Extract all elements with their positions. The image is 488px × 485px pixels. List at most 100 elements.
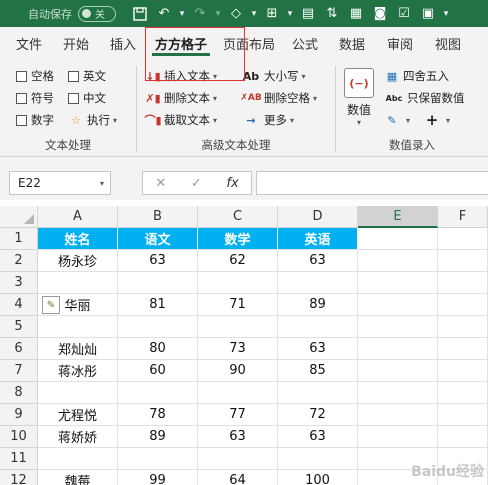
table-cell[interactable] bbox=[118, 448, 198, 470]
column-header-d[interactable]: D bbox=[278, 206, 358, 228]
table-cell[interactable] bbox=[438, 360, 488, 382]
delete-text-button[interactable]: ✗▮ 删除文本 ▾ bbox=[145, 90, 217, 106]
tab-data[interactable]: 数据 bbox=[330, 27, 374, 60]
table-cell[interactable]: 89 bbox=[118, 426, 198, 448]
camera-icon[interactable]: ◙ bbox=[368, 3, 392, 25]
tab-review[interactable]: 审阅 bbox=[374, 27, 426, 60]
table-cell[interactable]: 62 bbox=[198, 250, 278, 272]
table-cell[interactable] bbox=[438, 272, 488, 294]
table-cell[interactable] bbox=[438, 382, 488, 404]
table-cell[interactable] bbox=[358, 382, 438, 404]
keep-value-button[interactable]: Abc 只保留数值 bbox=[384, 90, 465, 106]
header-cell[interactable]: 姓名 bbox=[38, 228, 118, 250]
table-cell[interactable]: 蒋娇娇 bbox=[38, 426, 118, 448]
tab-fangfang[interactable]: 方方格子 bbox=[144, 27, 218, 60]
space-checkbox[interactable]: 空格 bbox=[16, 68, 54, 84]
table-cell[interactable]: 尤程悦 bbox=[38, 404, 118, 426]
table-cell[interactable] bbox=[118, 382, 198, 404]
table-cell[interactable] bbox=[38, 272, 118, 294]
table-cell[interactable]: 郑灿灿 bbox=[38, 338, 118, 360]
chinese-checkbox[interactable]: 中文 bbox=[68, 90, 106, 106]
formula-input[interactable] bbox=[256, 171, 488, 195]
autosave-toggle[interactable]: 关 bbox=[78, 5, 116, 22]
table-cell[interactable] bbox=[278, 382, 358, 404]
add-button[interactable]: + ▾ bbox=[424, 111, 450, 129]
header-cell[interactable]: 语文 bbox=[118, 228, 198, 250]
tab-home[interactable]: 开始 bbox=[50, 27, 102, 60]
table-cell[interactable]: 魏莓 bbox=[38, 470, 118, 485]
table-cell[interactable] bbox=[358, 360, 438, 382]
table-cell[interactable]: 90 bbox=[198, 360, 278, 382]
table-cell[interactable]: 81 bbox=[118, 294, 198, 316]
table-cell[interactable] bbox=[438, 338, 488, 360]
table-cell[interactable]: 蒋冰彤 bbox=[38, 360, 118, 382]
row-header[interactable]: 1 bbox=[0, 228, 38, 250]
header-cell[interactable]: 数学 bbox=[198, 228, 278, 250]
table-icon[interactable]: ▣ bbox=[416, 3, 440, 25]
extract-text-button[interactable]: ⌒▮ 截取文本 ▾ bbox=[144, 112, 217, 128]
table-cell[interactable]: 64 bbox=[198, 470, 278, 485]
table-cell[interactable] bbox=[278, 316, 358, 338]
sort-icon[interactable]: ⇅ bbox=[320, 3, 344, 25]
column-header-e[interactable]: E bbox=[358, 206, 438, 228]
cancel-icon[interactable]: ✕ bbox=[155, 176, 166, 191]
tab-formulas[interactable]: 公式 bbox=[280, 27, 330, 60]
table-cell[interactable]: 89 bbox=[278, 294, 358, 316]
table-cell[interactable] bbox=[358, 404, 438, 426]
table-cell[interactable] bbox=[438, 426, 488, 448]
table-cell[interactable]: 85 bbox=[278, 360, 358, 382]
english-checkbox[interactable]: 英文 bbox=[68, 68, 106, 84]
table-cell[interactable] bbox=[198, 382, 278, 404]
more-button[interactable]: → 更多 ▾ bbox=[241, 112, 294, 128]
row-header[interactable]: 10 bbox=[0, 426, 38, 448]
table-cell[interactable] bbox=[278, 448, 358, 470]
customize-toolbar-icon[interactable]: ▾ bbox=[440, 3, 452, 25]
execute-button[interactable]: ☆ 执行 ▾ bbox=[68, 112, 117, 128]
table-cell[interactable]: 63 bbox=[118, 250, 198, 272]
table-cell[interactable] bbox=[358, 250, 438, 272]
undo-dropdown-icon[interactable]: ▾ bbox=[176, 3, 188, 25]
table-cell[interactable]: 72 bbox=[278, 404, 358, 426]
table-cell[interactable] bbox=[38, 448, 118, 470]
table-cell[interactable] bbox=[118, 316, 198, 338]
table-cell[interactable] bbox=[358, 316, 438, 338]
name-box[interactable]: E22 ▾ bbox=[9, 171, 111, 195]
tab-insert[interactable]: 插入 bbox=[102, 27, 144, 60]
save-icon[interactable] bbox=[128, 3, 152, 25]
table-cell[interactable]: 100 bbox=[278, 470, 358, 485]
table-cell[interactable] bbox=[438, 228, 488, 250]
table-cell[interactable]: 63 bbox=[278, 250, 358, 272]
grid-icon[interactable]: ▦ bbox=[344, 3, 368, 25]
table-cell[interactable]: 71 bbox=[198, 294, 278, 316]
column-header-b[interactable]: B bbox=[118, 206, 198, 228]
edit-button[interactable]: ✎ ▾ bbox=[384, 112, 410, 128]
redo-icon[interactable]: ↷ bbox=[188, 3, 212, 25]
case-button[interactable]: Ab 大小写 ▾ bbox=[241, 68, 306, 84]
table-cell[interactable]: 99 bbox=[118, 470, 198, 485]
table-cell[interactable] bbox=[438, 294, 488, 316]
row-header[interactable]: 4 bbox=[0, 294, 38, 316]
table-cell[interactable] bbox=[278, 272, 358, 294]
column-header-c[interactable]: C bbox=[198, 206, 278, 228]
insert-text-button[interactable]: ↓▮ 插入文本 ▾ bbox=[145, 68, 217, 84]
row-header[interactable]: 2 bbox=[0, 250, 38, 272]
table-cell[interactable] bbox=[438, 316, 488, 338]
table-cell[interactable] bbox=[358, 426, 438, 448]
select-all-corner[interactable] bbox=[0, 206, 38, 228]
undo-icon[interactable]: ↶ bbox=[152, 3, 176, 25]
tab-view[interactable]: 视图 bbox=[426, 27, 470, 60]
table-cell[interactable] bbox=[358, 272, 438, 294]
header-cell[interactable]: 英语 bbox=[278, 228, 358, 250]
tab-page-layout[interactable]: 页面布局 bbox=[218, 27, 280, 60]
table-cell[interactable] bbox=[358, 228, 438, 250]
table-cell[interactable]: 63 bbox=[278, 426, 358, 448]
table-cell[interactable]: 63 bbox=[198, 426, 278, 448]
row-header[interactable]: 3 bbox=[0, 272, 38, 294]
table-cell[interactable]: 73 bbox=[198, 338, 278, 360]
confirm-icon[interactable]: ✓ bbox=[191, 176, 202, 191]
check-icon[interactable]: ☑ bbox=[392, 3, 416, 25]
function-icon[interactable]: fx bbox=[226, 176, 238, 191]
row-header[interactable]: 5 bbox=[0, 316, 38, 338]
table-cell[interactable] bbox=[38, 316, 118, 338]
table-cell[interactable] bbox=[198, 316, 278, 338]
